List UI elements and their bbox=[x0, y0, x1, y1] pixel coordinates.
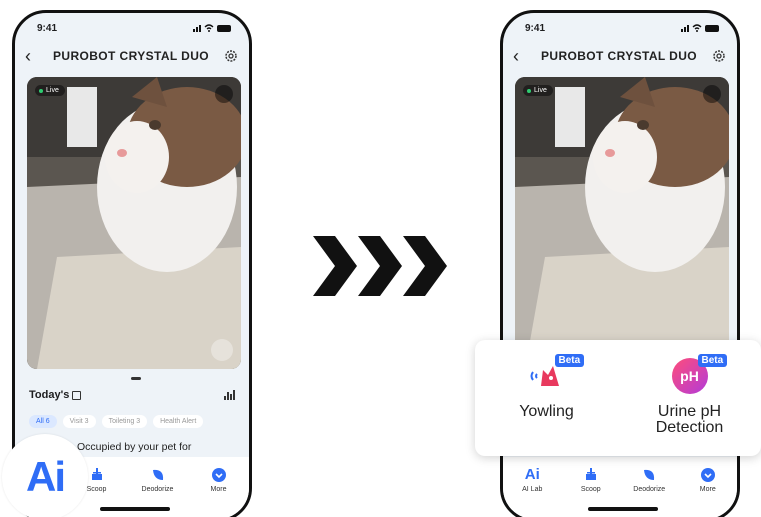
live-dot-icon bbox=[527, 88, 531, 93]
live-dot-icon bbox=[39, 88, 43, 93]
live-badge: Live bbox=[35, 85, 65, 96]
tab-more[interactable]: More bbox=[194, 467, 244, 517]
filter-chips: All 6 Visit 3 Toileting 3 Health Alert bbox=[29, 415, 204, 428]
filter-chip-health-alert[interactable]: Health Alert bbox=[153, 415, 204, 428]
bar-chart-icon[interactable] bbox=[224, 390, 235, 400]
today-header: Today's bbox=[29, 389, 235, 401]
back-arrow-icon[interactable]: ‹ bbox=[25, 47, 39, 65]
event-text: Occupied by your pet for bbox=[77, 441, 192, 453]
ai-feature-card: Beta Yowling pH Beta Urine pH Detection bbox=[475, 340, 761, 456]
battery-icon bbox=[217, 24, 231, 32]
feature-label: Urine pH Detection bbox=[655, 403, 724, 436]
battery-icon bbox=[705, 24, 719, 32]
page-title: PUROBOT CRYSTAL DUO bbox=[540, 49, 698, 63]
wifi-icon bbox=[204, 24, 214, 32]
signal-icon bbox=[681, 24, 689, 32]
nav-bar: ‹ PUROBOT CRYSTAL DUO bbox=[25, 43, 239, 69]
chevron-down-circle-icon bbox=[211, 468, 226, 482]
leaf-icon bbox=[152, 469, 163, 480]
camera-image bbox=[27, 77, 241, 369]
page-indicator bbox=[131, 377, 141, 380]
beta-badge: Beta bbox=[554, 354, 585, 367]
status-bar: 9:41 bbox=[37, 21, 231, 35]
feature-urine-ph[interactable]: pH Beta Urine pH Detection bbox=[630, 354, 750, 436]
scoop-icon bbox=[585, 468, 596, 480]
status-time: 9:41 bbox=[37, 22, 58, 34]
chevron-down-circle-icon bbox=[700, 468, 715, 482]
camera-feed[interactable]: Live bbox=[27, 77, 241, 369]
filter-chip-toileting[interactable]: Toileting 3 bbox=[101, 415, 148, 428]
filter-chip-visit[interactable]: Visit 3 bbox=[62, 415, 96, 428]
calendar-icon[interactable] bbox=[72, 390, 82, 400]
beta-badge: Beta bbox=[697, 354, 728, 367]
page-title: PUROBOT CRYSTAL DUO bbox=[52, 49, 210, 63]
nav-bar: ‹ PUROBOT CRYSTAL DUO bbox=[513, 43, 727, 69]
camera-feed[interactable]: Live bbox=[515, 77, 729, 369]
feature-yowling[interactable]: Beta Yowling bbox=[487, 354, 607, 420]
home-indicator bbox=[100, 507, 170, 511]
gear-icon[interactable] bbox=[711, 48, 727, 64]
ai-logo-badge: Ai bbox=[2, 434, 88, 517]
scoop-icon bbox=[91, 468, 102, 480]
mute-icon[interactable] bbox=[215, 85, 233, 103]
mute-icon[interactable] bbox=[703, 85, 721, 103]
light-off-icon[interactable] bbox=[211, 339, 233, 361]
filter-chip-all[interactable]: All 6 bbox=[29, 415, 57, 428]
status-time: 9:41 bbox=[525, 22, 546, 34]
tab-more[interactable]: More bbox=[683, 467, 733, 517]
home-indicator bbox=[588, 507, 658, 511]
gear-icon[interactable] bbox=[223, 48, 239, 64]
tab-ai-lab[interactable]: Ai AI Lab bbox=[507, 467, 557, 517]
camera-image bbox=[515, 77, 729, 369]
feature-label: Yowling bbox=[519, 403, 574, 420]
signal-icon bbox=[193, 24, 201, 32]
back-arrow-icon[interactable]: ‹ bbox=[513, 47, 527, 65]
ai-lab-icon: Ai bbox=[524, 466, 540, 483]
transition-arrows-icon bbox=[313, 236, 447, 296]
leaf-icon bbox=[644, 469, 655, 480]
status-bar: 9:41 bbox=[525, 21, 719, 35]
ai-logo-text: Ai bbox=[26, 453, 66, 500]
live-badge: Live bbox=[523, 85, 553, 96]
wifi-icon bbox=[692, 24, 702, 32]
today-title: Today's bbox=[29, 389, 70, 401]
